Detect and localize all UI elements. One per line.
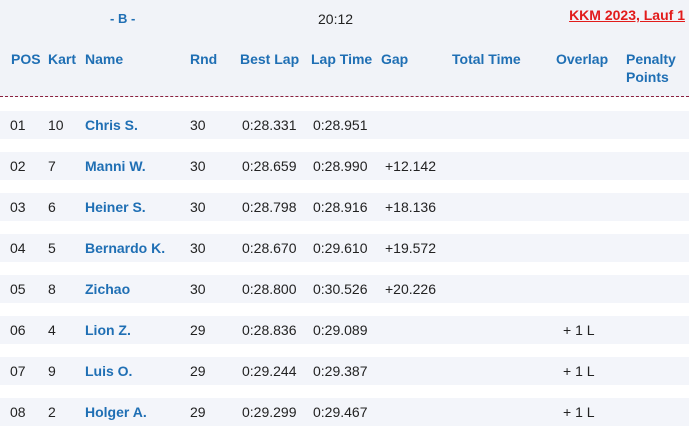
col-header-lap-time: Lap Time — [311, 51, 373, 67]
kart-cell: 5 — [48, 240, 56, 256]
best-lap-cell: 0:28.800 — [242, 281, 297, 297]
col-header-total-time: Total Time — [452, 51, 521, 67]
best-lap-cell: 0:28.331 — [242, 117, 297, 133]
best-lap-cell: 0:28.798 — [242, 199, 297, 215]
driver-name[interactable]: Chris S. — [85, 117, 138, 133]
best-lap-cell: 0:29.244 — [242, 363, 297, 379]
col-header-kart: Kart — [48, 51, 77, 67]
rounds-cell: 29 — [190, 404, 206, 420]
lap-time-cell: 0:28.916 — [313, 199, 368, 215]
table-row: 06 4 Lion Z. 29 0:28.836 0:29.089 + 1 L — [0, 316, 689, 344]
race-clock: 20:12 — [318, 11, 354, 27]
rounds-cell: 30 — [190, 117, 206, 133]
col-header-gap: Gap — [381, 51, 409, 67]
overlap-cell: + 1 L — [563, 363, 595, 379]
table-header: POS Kart Name Rnd Best Lap Lap Time Gap … — [0, 36, 689, 97]
pos-cell: 03 — [10, 199, 26, 215]
heat-label: - B - — [110, 11, 136, 26]
event-title[interactable]: KKM 2023, Lauf 1 — [569, 7, 685, 23]
driver-name[interactable]: Bernardo K. — [85, 240, 165, 256]
kart-cell: 10 — [48, 117, 64, 133]
driver-name[interactable]: Lion Z. — [85, 322, 131, 338]
driver-name[interactable]: Zichao — [85, 281, 130, 297]
kart-cell: 7 — [48, 158, 56, 174]
gap-cell: +19.572 — [385, 240, 436, 256]
lap-time-cell: 0:29.467 — [313, 404, 368, 420]
gap-cell: +12.142 — [385, 158, 436, 174]
pos-cell: 02 — [10, 158, 26, 174]
overlap-cell: + 1 L — [563, 322, 595, 338]
driver-name[interactable]: Luis O. — [85, 363, 132, 379]
pos-cell: 08 — [10, 404, 26, 420]
best-lap-cell: 0:28.836 — [242, 322, 297, 338]
top-bar: - B - 20:12 KKM 2023, Lauf 1 — [0, 0, 689, 36]
driver-name[interactable]: Manni W. — [85, 158, 146, 174]
best-lap-cell: 0:29.299 — [242, 404, 297, 420]
rounds-cell: 29 — [190, 363, 206, 379]
pos-cell: 01 — [10, 117, 26, 133]
kart-cell: 2 — [48, 404, 56, 420]
col-header-rnd: Rnd — [190, 51, 218, 67]
kart-cell: 9 — [48, 363, 56, 379]
table-row: 02 7 Manni W. 30 0:28.659 0:28.990 +12.1… — [0, 152, 689, 180]
table-row: 07 9 Luis O. 29 0:29.244 0:29.387 + 1 L — [0, 357, 689, 385]
best-lap-cell: 0:28.659 — [242, 158, 297, 174]
rounds-cell: 29 — [190, 322, 206, 338]
lap-time-cell: 0:28.990 — [313, 158, 368, 174]
col-header-best-lap: Best Lap — [240, 51, 300, 67]
driver-name[interactable]: Holger A. — [85, 404, 147, 420]
rounds-cell: 30 — [190, 281, 206, 297]
pos-cell: 06 — [10, 322, 26, 338]
table-row: 04 5 Bernardo K. 30 0:28.670 0:29.610 +1… — [0, 234, 689, 262]
rounds-cell: 30 — [190, 240, 206, 256]
best-lap-cell: 0:28.670 — [242, 240, 297, 256]
kart-cell: 8 — [48, 281, 56, 297]
pos-cell: 07 — [10, 363, 26, 379]
pos-cell: 04 — [10, 240, 26, 256]
table-row: 03 6 Heiner S. 30 0:28.798 0:28.916 +18.… — [0, 193, 689, 221]
overlap-cell: + 1 L — [563, 404, 595, 420]
penalty-label-line2: Points — [626, 69, 669, 85]
penalty-label-line1: Penalty — [626, 51, 676, 67]
table-row: 01 10 Chris S. 30 0:28.331 0:28.951 — [0, 111, 689, 139]
col-header-pos: POS — [11, 51, 41, 67]
gap-cell: +20.226 — [385, 281, 436, 297]
lap-time-cell: 0:29.610 — [313, 240, 368, 256]
col-header-name: Name — [85, 51, 124, 67]
table-row: 08 2 Holger A. 29 0:29.299 0:29.467 + 1 … — [0, 398, 689, 426]
pos-cell: 05 — [10, 281, 26, 297]
rounds-cell: 30 — [190, 199, 206, 215]
lap-time-cell: 0:29.089 — [313, 322, 368, 338]
gap-cell: +18.136 — [385, 199, 436, 215]
lap-time-cell: 0:28.951 — [313, 117, 368, 133]
col-header-overlap: Overlap — [556, 51, 609, 67]
lap-time-cell: 0:29.387 — [313, 363, 368, 379]
driver-name[interactable]: Heiner S. — [85, 199, 146, 215]
table-row: 05 8 Zichao 30 0:28.800 0:30.526 +20.226 — [0, 275, 689, 303]
lap-time-cell: 0:30.526 — [313, 281, 368, 297]
rounds-cell: 30 — [190, 158, 206, 174]
kart-cell: 6 — [48, 199, 56, 215]
kart-cell: 4 — [48, 322, 56, 338]
col-header-penalty-points: Penalty Points — [626, 50, 676, 86]
